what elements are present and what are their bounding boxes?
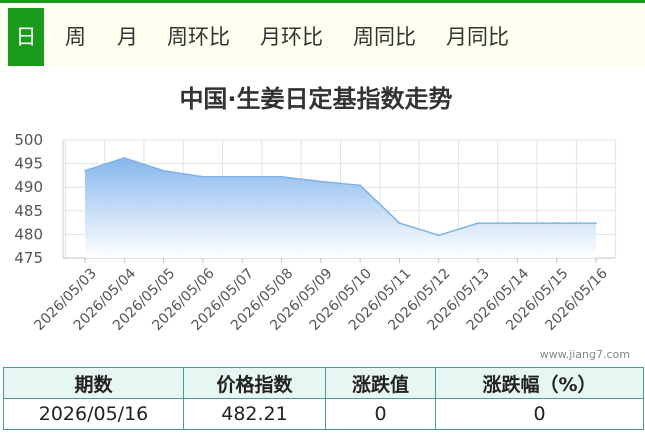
- data-point: [595, 222, 597, 224]
- cell-change-value: 0: [325, 398, 436, 430]
- y-tick-label: 475: [14, 249, 43, 267]
- data-point: [516, 222, 519, 224]
- data-point: [359, 184, 361, 187]
- cell-change-percent: 0: [435, 398, 644, 430]
- data-point: [84, 169, 86, 172]
- tab-month[interactable]: 月: [117, 8, 138, 66]
- table-header-row: 期数 价格指数 涨跌值 涨跌幅（%）: [3, 367, 644, 399]
- data-point: [280, 176, 283, 178]
- cell-period: 2026/05/16: [3, 398, 184, 430]
- data-point: [202, 176, 204, 178]
- x-axis: 2026/05/032026/05/042026/05/052026/05/06…: [31, 258, 611, 334]
- table-row: 2026/05/16 482.21 0 0: [3, 398, 644, 430]
- tab-month-year-on-year[interactable]: 月同比: [446, 8, 509, 66]
- data-point: [320, 180, 322, 183]
- index-trend-chart: 中国·生姜日定基指数走势 475 480 485 490 495 500 2026/05/…: [14, 85, 630, 361]
- tab-week-on-week[interactable]: 周环比: [167, 8, 230, 66]
- chart-title: 中国·生姜日定基指数走势: [179, 85, 452, 113]
- y-tick-label: 495: [14, 155, 43, 173]
- data-point: [162, 169, 165, 172]
- data-point: [555, 222, 558, 224]
- data-point: [477, 222, 479, 224]
- header-change-value: 涨跌值: [325, 367, 436, 399]
- y-tick-label: 490: [14, 178, 43, 196]
- tab-month-on-month[interactable]: 月环比: [260, 8, 323, 66]
- y-tick-label: 485: [14, 202, 43, 220]
- watermark-text: www.jiang7.com: [540, 348, 630, 361]
- index-summary-table: 期数 价格指数 涨跌值 涨跌幅（%） 2026/05/16 482.21 0 0: [3, 367, 644, 430]
- header-period: 期数: [3, 367, 184, 399]
- y-tick-label: 500: [14, 131, 43, 149]
- data-point: [123, 157, 126, 159]
- tab-week[interactable]: 周: [65, 8, 86, 66]
- y-axis: 475 480 485 490 495 500: [14, 131, 43, 267]
- header-price-index: 价格指数: [183, 367, 326, 399]
- tab-day[interactable]: 日: [8, 8, 44, 66]
- period-tab-bar: 日 周 月 周环比 月环比 周同比 月同比: [0, 0, 645, 66]
- header-change-percent: 涨跌幅（%）: [435, 367, 644, 399]
- cell-price-index: 482.21: [183, 398, 326, 430]
- y-tick-label: 480: [14, 225, 43, 243]
- data-point: [398, 222, 401, 224]
- data-point: [437, 234, 440, 237]
- data-point: [241, 176, 244, 178]
- tab-week-year-on-year[interactable]: 周同比: [353, 8, 416, 66]
